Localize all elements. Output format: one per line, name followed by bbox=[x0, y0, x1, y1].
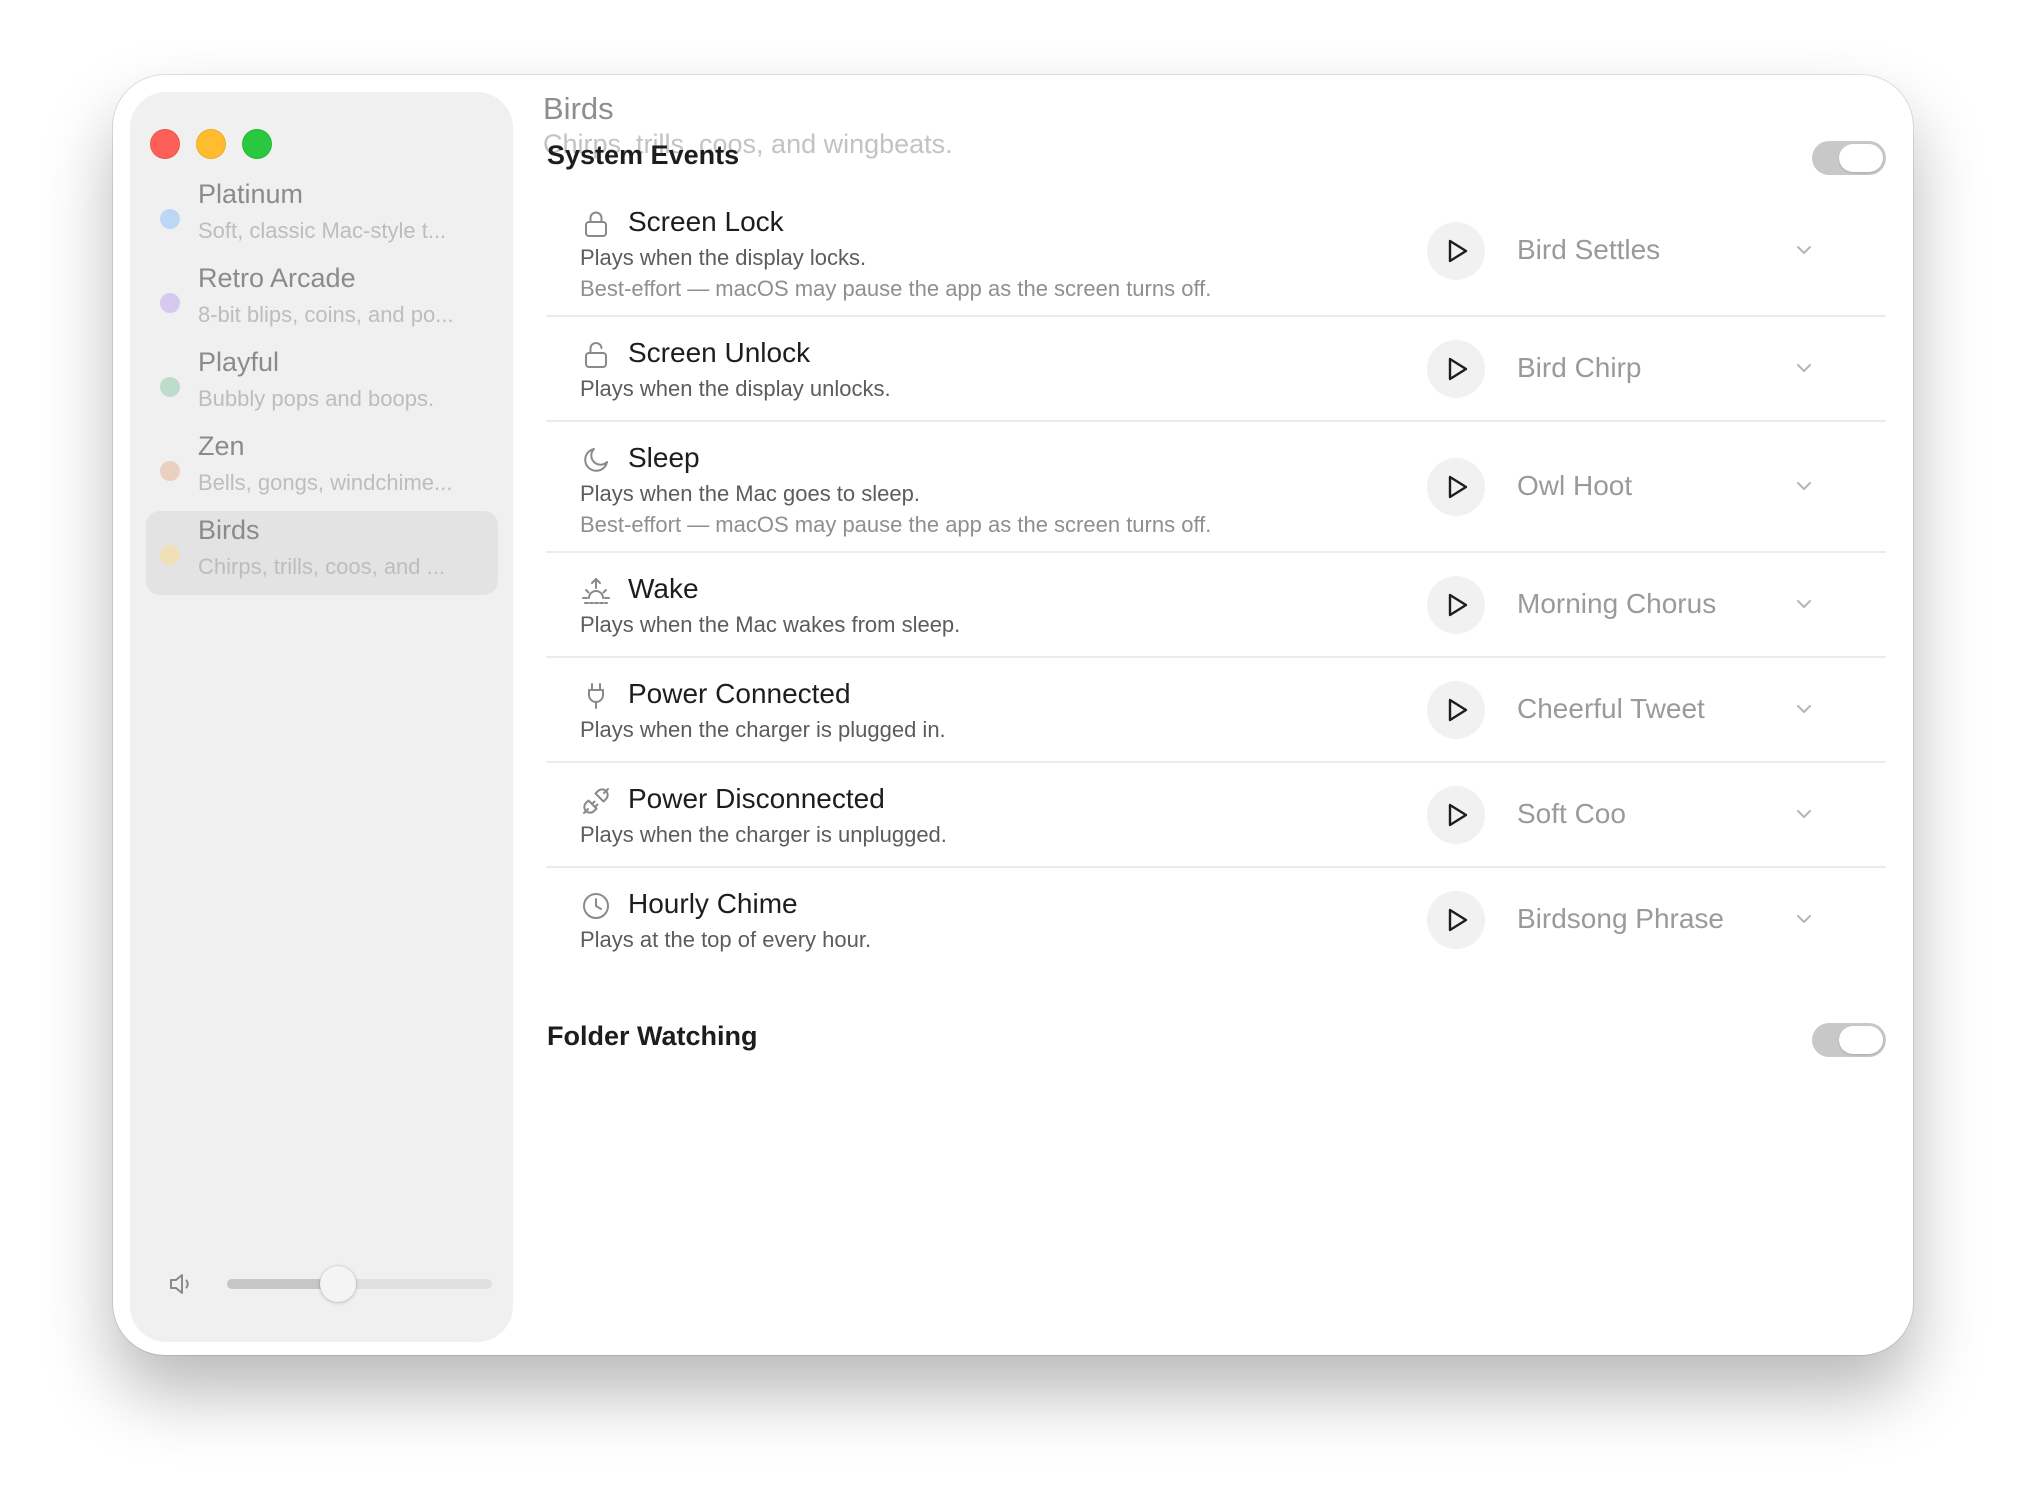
toggle-knob bbox=[1839, 144, 1883, 172]
event-row: Hourly Chime Plays at the top of every ho… bbox=[546, 868, 1886, 971]
event-description: Plays when the Mac goes to sleep. bbox=[580, 481, 920, 506]
theme-name: Platinum bbox=[198, 179, 304, 209]
sound-picker[interactable]: Bird Settles bbox=[1491, 226, 1861, 276]
lock-icon bbox=[580, 208, 612, 240]
theme-item[interactable]: Birds Chirps, trills, coos, and ... bbox=[146, 511, 498, 595]
sunrise-icon bbox=[580, 575, 612, 607]
sound-picker[interactable]: Morning Chorus bbox=[1491, 580, 1861, 630]
event-row: Sleep Plays when the Mac goes to sleep. Be… bbox=[546, 422, 1886, 553]
theme-name: Birds bbox=[198, 515, 260, 545]
chevron-down-icon bbox=[1793, 475, 1815, 497]
event-row: Power Connected Plays when the charger is… bbox=[546, 658, 1886, 763]
theme-item[interactable]: Playful Bubbly pops and boops. bbox=[146, 343, 498, 427]
event-note: Best-effort — macOS may pause the app as… bbox=[580, 512, 1212, 537]
sound-picker-value: Morning Chorus bbox=[1517, 588, 1717, 619]
theme-color-dot bbox=[160, 293, 180, 313]
theme-item[interactable]: Platinum Soft, classic Mac-style t... bbox=[146, 175, 498, 259]
toggle-knob bbox=[1839, 1026, 1883, 1054]
sound-picker-value: Owl Hoot bbox=[1517, 470, 1633, 501]
theme-description: Bubbly pops and boops. bbox=[198, 386, 435, 411]
page-title: Birds bbox=[543, 91, 614, 126]
chevron-down-icon bbox=[1793, 803, 1815, 825]
theme-description: Bells, gongs, windchime... bbox=[198, 470, 453, 495]
event-description: Plays at the top of every hour. bbox=[580, 927, 872, 952]
event-name: Screen Unlock bbox=[628, 337, 811, 368]
theme-color-dot bbox=[160, 377, 180, 397]
chevron-down-icon bbox=[1793, 698, 1815, 720]
event-description: Plays when the charger is plugged in. bbox=[580, 717, 946, 742]
theme-description: Soft, classic Mac-style t... bbox=[198, 218, 447, 243]
event-note: Best-effort — macOS may pause the app as… bbox=[580, 276, 1212, 301]
event-name: Sleep bbox=[628, 442, 700, 473]
event-name: Screen Lock bbox=[628, 206, 784, 237]
theme-description: Chirps, trills, coos, and ... bbox=[198, 554, 445, 579]
section-title-folder-watching: Folder Watching bbox=[547, 1021, 758, 1051]
chevron-down-icon bbox=[1793, 357, 1815, 379]
unlock-icon bbox=[580, 339, 612, 371]
play-sound-button[interactable] bbox=[1427, 340, 1485, 398]
system-events-toggle[interactable] bbox=[1812, 141, 1886, 175]
event-row: Screen Unlock Plays when the display unlo… bbox=[546, 317, 1886, 422]
section-title-system-events: System Events bbox=[547, 140, 740, 170]
play-sound-button[interactable] bbox=[1427, 681, 1485, 739]
plug-icon bbox=[580, 680, 612, 712]
sidebar: Platinum Soft, classic Mac-style t... Retr… bbox=[130, 92, 513, 1342]
close-window-button[interactable] bbox=[150, 129, 180, 159]
theme-item[interactable]: Zen Bells, gongs, windchime... bbox=[146, 427, 498, 511]
sound-picker-value: Bird Chirp bbox=[1517, 352, 1642, 383]
theme-name: Zen bbox=[198, 431, 245, 461]
sound-picker-value: Birdsong Phrase bbox=[1517, 903, 1725, 934]
app-window: Platinum Soft, classic Mac-style t... Retr… bbox=[113, 75, 1913, 1355]
sound-picker-value: Bird Settles bbox=[1517, 234, 1661, 265]
sound-picker[interactable]: Owl Hoot bbox=[1491, 462, 1861, 512]
minimize-window-button[interactable] bbox=[196, 129, 226, 159]
event-description: Plays when the display unlocks. bbox=[580, 376, 891, 401]
zoom-window-button[interactable] bbox=[242, 129, 272, 159]
theme-color-dot bbox=[160, 209, 180, 229]
sound-picker[interactable]: Bird Chirp bbox=[1491, 344, 1861, 394]
clock-icon bbox=[580, 890, 612, 922]
main-content: Birds Chirps, trills, coos, and wingbeat… bbox=[513, 75, 1913, 1355]
chevron-down-icon bbox=[1793, 593, 1815, 615]
sound-picker[interactable]: Soft Coo bbox=[1491, 790, 1861, 840]
play-sound-button[interactable] bbox=[1427, 222, 1485, 280]
theme-name: Playful bbox=[198, 347, 280, 377]
event-name: Power Connected bbox=[628, 678, 851, 709]
volume-slider[interactable] bbox=[227, 1266, 492, 1302]
sound-picker[interactable]: Birdsong Phrase bbox=[1491, 895, 1861, 945]
theme-name: Retro Arcade bbox=[198, 263, 356, 293]
chevron-down-icon bbox=[1793, 908, 1815, 930]
event-name: Hourly Chime bbox=[628, 888, 798, 919]
event-description: Plays when the display locks. bbox=[580, 245, 867, 270]
sound-picker[interactable]: Cheerful Tweet bbox=[1491, 685, 1861, 735]
event-name: Power Disconnected bbox=[628, 783, 885, 814]
theme-color-dot bbox=[160, 545, 180, 565]
sound-picker-value: Cheerful Tweet bbox=[1517, 693, 1705, 724]
theme-item[interactable]: Retro Arcade 8-bit blips, coins, and po..… bbox=[146, 259, 498, 343]
sound-picker-value: Soft Coo bbox=[1517, 798, 1626, 829]
event-name: Wake bbox=[628, 573, 699, 604]
folder-watching-toggle[interactable] bbox=[1812, 1023, 1886, 1057]
theme-description: 8-bit blips, coins, and po... bbox=[198, 302, 454, 327]
event-row: Power Disconnected Plays when the charger… bbox=[546, 763, 1886, 868]
play-sound-button[interactable] bbox=[1427, 458, 1485, 516]
plug-disconnected-icon bbox=[580, 785, 612, 817]
volume-slider-thumb[interactable] bbox=[320, 1266, 356, 1302]
event-description: Plays when the Mac wakes from sleep. bbox=[580, 612, 961, 637]
play-sound-button[interactable] bbox=[1427, 786, 1485, 844]
speaker-icon bbox=[166, 1269, 196, 1299]
event-row: Wake Plays when the Mac wakes from sleep.… bbox=[546, 553, 1886, 658]
chevron-down-icon bbox=[1793, 239, 1815, 261]
moon-icon bbox=[580, 444, 612, 476]
play-sound-button[interactable] bbox=[1427, 891, 1485, 949]
theme-color-dot bbox=[160, 461, 180, 481]
event-row: Screen Lock Plays when the display locks.… bbox=[546, 186, 1886, 317]
event-description: Plays when the charger is unplugged. bbox=[580, 822, 947, 847]
play-sound-button[interactable] bbox=[1427, 576, 1485, 634]
